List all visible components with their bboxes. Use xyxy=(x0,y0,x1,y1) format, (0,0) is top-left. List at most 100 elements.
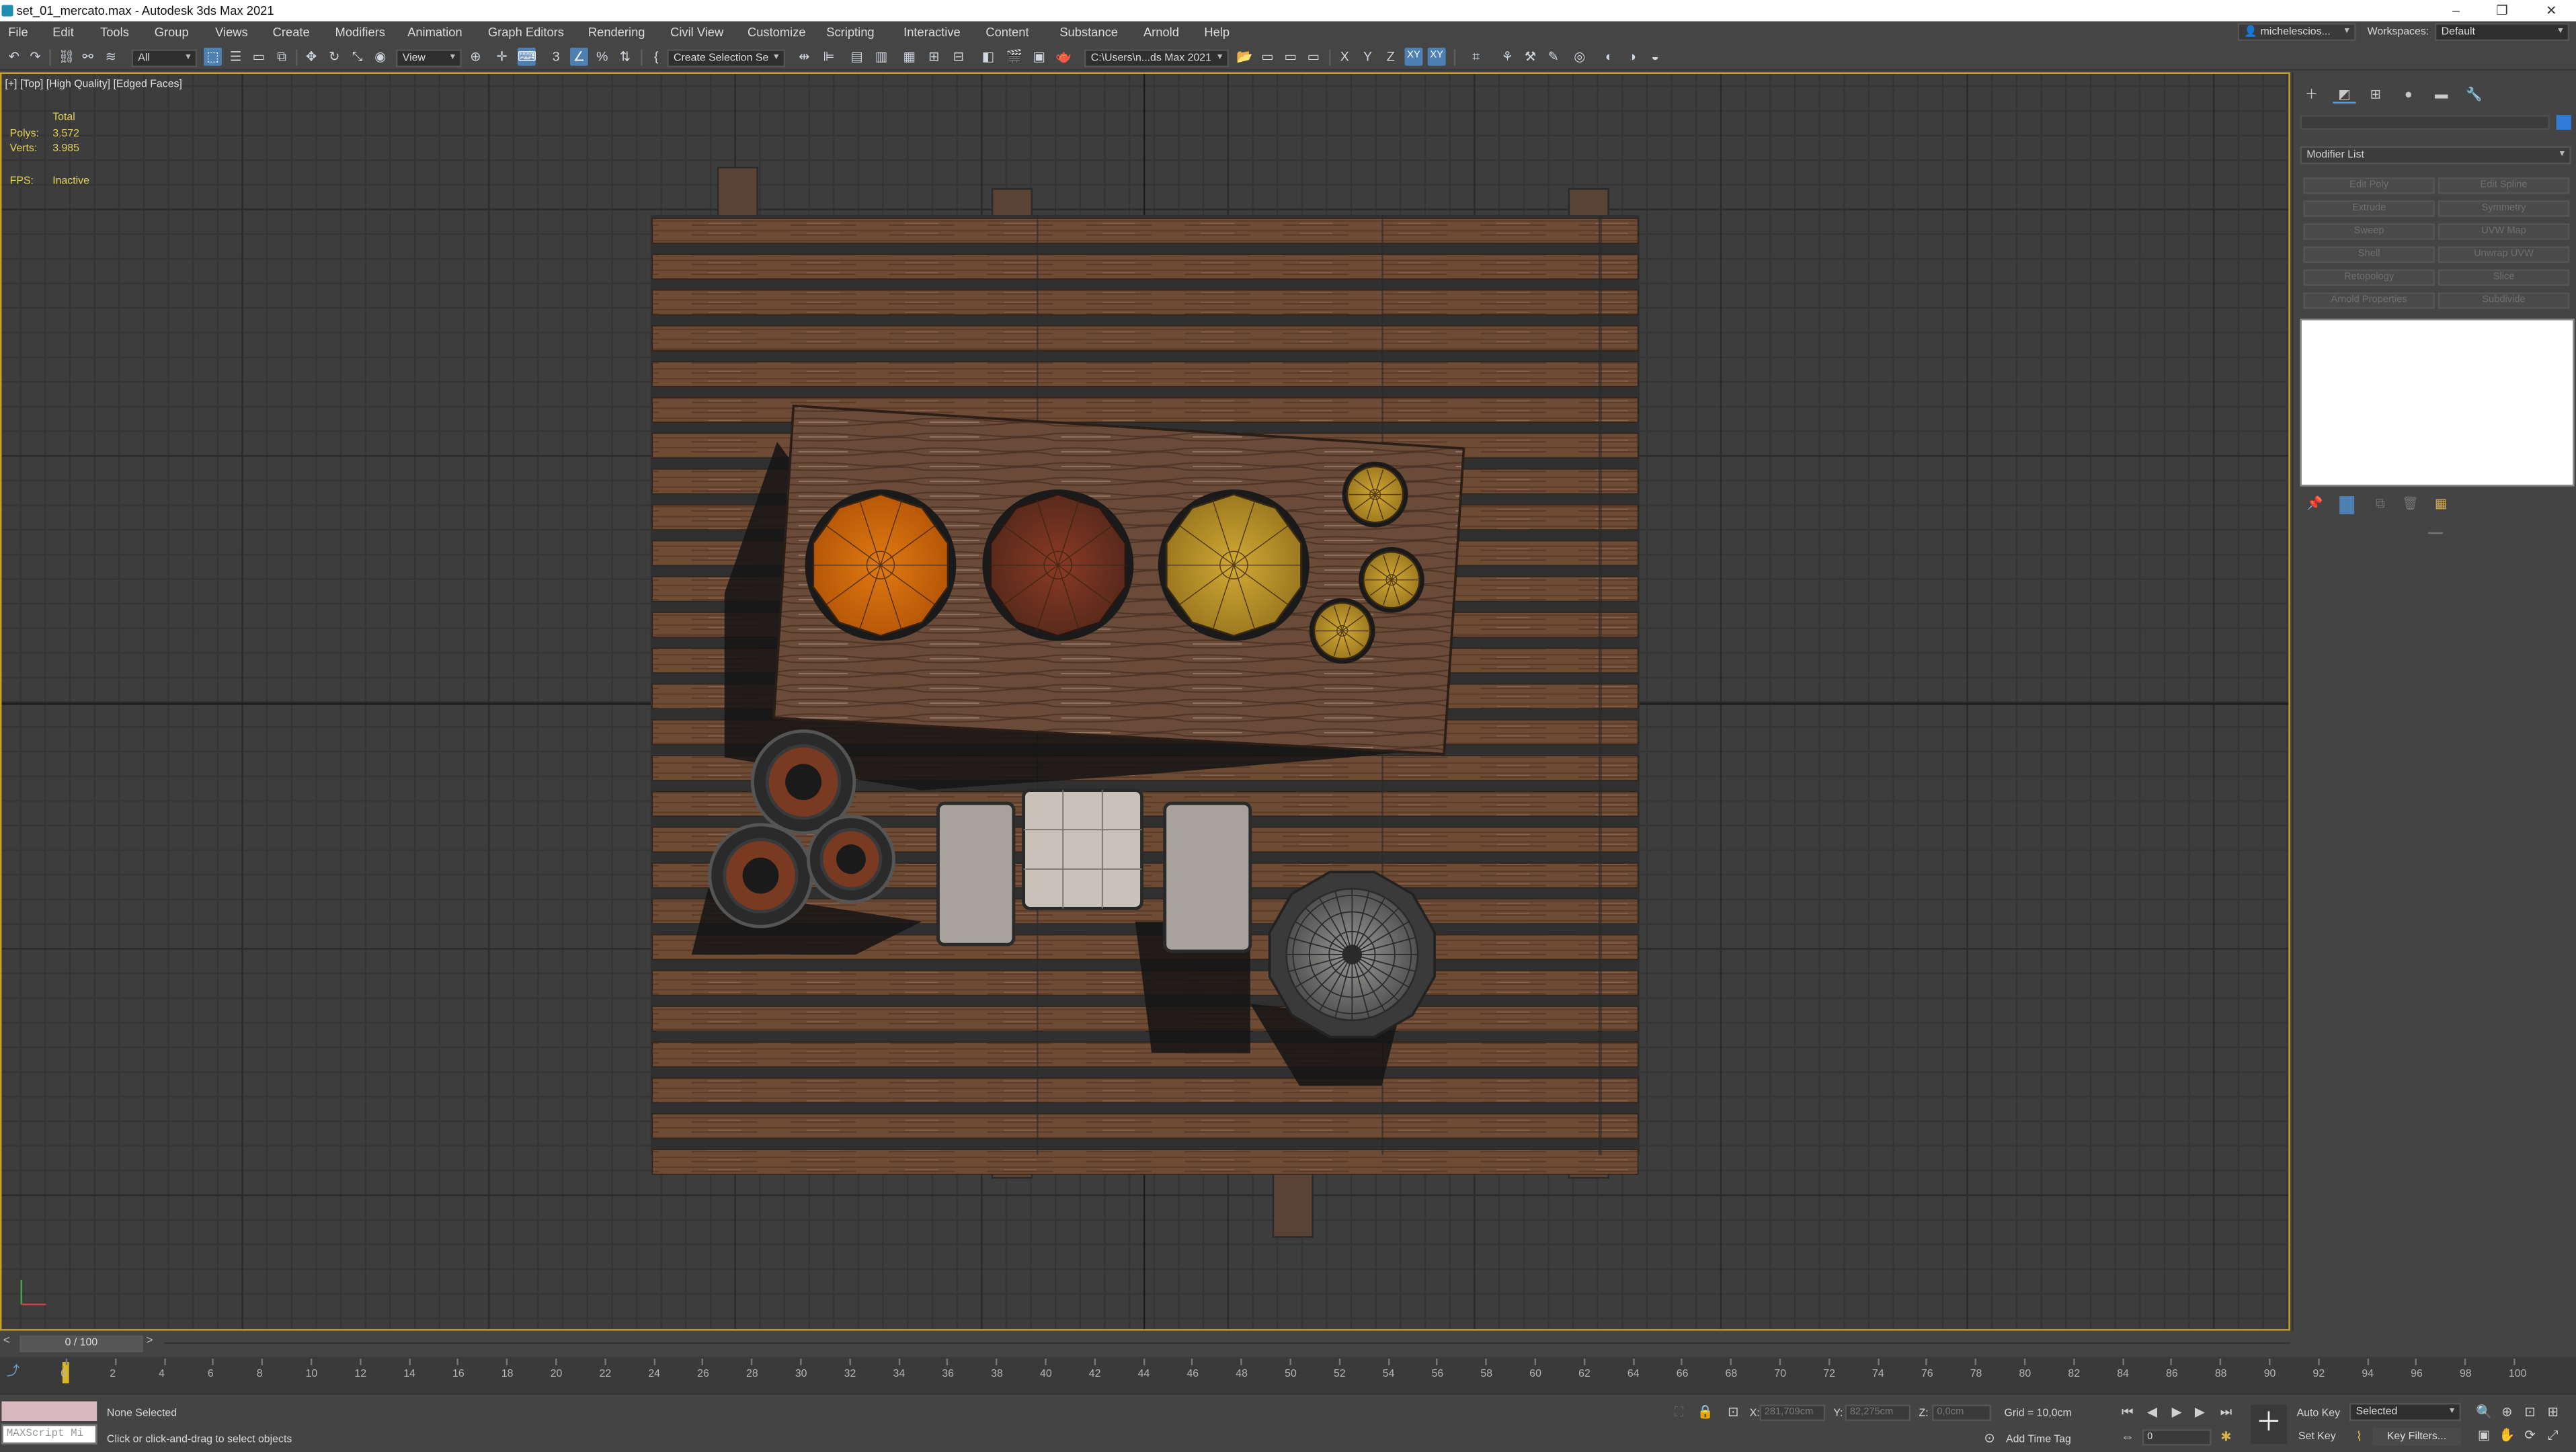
axis-xy-button[interactable]: XY xyxy=(1404,47,1423,66)
maximize-viewport-icon[interactable]: ⤢ xyxy=(2545,1428,2561,1444)
key-mode-toggle-icon[interactable]: ⇔ xyxy=(2120,1429,2136,1445)
menu-scripting[interactable]: Scripting xyxy=(826,22,874,44)
menu-civil-view[interactable]: Civil View xyxy=(670,22,723,44)
y-coord-field[interactable]: 82,275cm xyxy=(1845,1404,1911,1421)
previous-key-icon[interactable]: ◀ xyxy=(2144,1405,2160,1421)
populate-icon[interactable]: ⚘ xyxy=(1498,48,1517,66)
display-tab-icon[interactable]: ▬ xyxy=(2430,85,2453,104)
z-coord-field[interactable]: 0,0cm xyxy=(1932,1404,1992,1421)
zoom-icon[interactable]: 🔍 xyxy=(2476,1405,2492,1421)
modifier-list-dropdown[interactable]: Modifier List ▼ xyxy=(2300,146,2571,165)
selection-sets-icon[interactable]: ◎ xyxy=(1570,48,1588,66)
modify-tab-icon[interactable]: ◩ xyxy=(2333,85,2356,104)
menu-arnold[interactable]: Arnold xyxy=(1143,22,1179,44)
minimize-icon[interactable]: – xyxy=(2431,0,2481,22)
redo-icon[interactable]: ↷ xyxy=(26,48,44,66)
material-editor-icon[interactable]: ◧ xyxy=(979,48,998,66)
window-crossing-icon[interactable]: ⧉ xyxy=(273,48,291,66)
keyboard-shortcut-toggle-icon[interactable]: ⌨ xyxy=(517,47,536,66)
rect-selection-icon[interactable]: ▭ xyxy=(249,48,268,66)
remove-modifier-icon[interactable]: 🗑 xyxy=(2402,496,2419,511)
track-bar[interactable]: ⤴ 0 2 4 6 8 10 12 14 16 18 20 22 24 26 28 30 32 34 36 38 40 4… xyxy=(0,1357,2576,1394)
utilities-tab-icon[interactable]: 🔧 xyxy=(2462,85,2485,104)
hierarchy-tab-icon[interactable]: ⊞ xyxy=(2364,85,2387,104)
arnold-stop-icon[interactable]: ◒ xyxy=(1646,48,1664,66)
menu-animation[interactable]: Animation xyxy=(407,22,462,44)
toggle-scene-explorer-icon[interactable]: ▤ xyxy=(848,48,866,66)
add-time-tag[interactable]: Add Time Tag xyxy=(2006,1435,2071,1446)
set-keys-icon[interactable]: ＋ xyxy=(2251,1404,2287,1445)
render-production-icon[interactable]: 🫖 xyxy=(1055,48,1073,66)
maxscript-listener[interactable] xyxy=(1,1401,97,1421)
menu-help[interactable]: Help xyxy=(1204,22,1230,44)
menu-group[interactable]: Group xyxy=(155,22,189,44)
mod-sweep-button[interactable]: Sweep xyxy=(2303,223,2435,240)
time-tag-icon[interactable]: ⊙ xyxy=(1981,1431,1997,1447)
bind-space-warp-icon[interactable]: ≋ xyxy=(102,48,120,66)
menu-rendering[interactable]: Rendering xyxy=(588,22,645,44)
object-color-swatch[interactable] xyxy=(2556,115,2571,130)
motion-tab-icon[interactable]: ● xyxy=(2397,85,2420,104)
viewport-top[interactable]: [+] [Top] [High Quality] [Edged Faces] T… xyxy=(0,72,2290,1331)
go-to-end-icon[interactable]: ⏭ xyxy=(2218,1405,2234,1421)
edit-named-sets-icon[interactable]: { xyxy=(647,48,666,66)
account-dropdown[interactable]: 👤 michelescios... ▼ xyxy=(2237,23,2356,42)
arnold-ipr-icon[interactable]: ◑ xyxy=(1623,48,1642,66)
curve-editor-mini-icon[interactable]: ⤴ xyxy=(7,1362,20,1380)
next-frame-button[interactable]: > xyxy=(147,1336,163,1352)
zoom-extents-all-icon[interactable]: ⊞ xyxy=(2545,1405,2561,1421)
graphite-tools-icon[interactable]: ⌗ xyxy=(1467,48,1485,66)
mod-arnold-properties-button[interactable]: Arnold Properties xyxy=(2303,292,2435,309)
rotate-icon[interactable]: ↻ xyxy=(325,48,344,66)
configure-sets-icon[interactable]: ▦ xyxy=(2435,496,2447,511)
link-icon[interactable]: ⛓ xyxy=(58,48,76,66)
field-of-view-icon[interactable]: ▣ xyxy=(2476,1428,2492,1444)
zoom-extents-icon[interactable]: ⊡ xyxy=(2522,1405,2538,1421)
make-unique-icon[interactable]: ⧉ xyxy=(2376,496,2385,512)
mod-edit-spline-button[interactable]: Edit Spline xyxy=(2438,177,2570,194)
move-icon[interactable]: ✥ xyxy=(303,48,321,66)
menu-substance[interactable]: Substance xyxy=(1059,22,1118,44)
menu-file[interactable]: File xyxy=(8,22,28,44)
snaps-toggle-icon[interactable]: 3 xyxy=(547,48,565,66)
auto-key-button[interactable]: Auto Key xyxy=(2297,1408,2340,1419)
mod-symmetry-button[interactable]: Symmetry xyxy=(2438,200,2570,217)
workspace-dropdown[interactable]: Default ▼ xyxy=(2434,23,2570,42)
key-selection-dropdown[interactable]: Selected ▼ xyxy=(2349,1403,2461,1421)
mod-shell-button[interactable]: Shell xyxy=(2303,246,2435,264)
go-to-start-icon[interactable]: ⏮ xyxy=(2120,1405,2136,1421)
pan-icon[interactable]: ✋ xyxy=(2499,1428,2515,1444)
mirror-icon[interactable]: ⇹ xyxy=(795,48,813,66)
percent-snap-icon[interactable]: % xyxy=(593,48,611,66)
select-object-icon[interactable]: ⬚ xyxy=(204,47,222,66)
selection-lock-icon[interactable]: 🔒 xyxy=(1697,1405,1714,1421)
close-icon[interactable]: ✕ xyxy=(2527,0,2576,22)
x-coord-field[interactable]: 281,709cm xyxy=(1759,1404,1826,1421)
show-end-result-icon[interactable] xyxy=(2339,496,2355,514)
mod-retopology-button[interactable]: Retopology xyxy=(2303,269,2435,286)
ref-coord-dropdown[interactable]: View ▼ xyxy=(395,49,462,68)
isolate-icon[interactable]: ⛶ xyxy=(1671,1405,1687,1421)
time-config-icon[interactable]: ✱ xyxy=(2218,1429,2234,1445)
select-manipulate-icon[interactable]: ✛ xyxy=(493,48,511,66)
render-setup-icon[interactable]: 🎬 xyxy=(1006,48,1024,66)
create-tab-icon[interactable]: ＋ xyxy=(2300,85,2323,104)
menu-customize[interactable]: Customize xyxy=(748,22,806,44)
axis-y-button[interactable]: Y xyxy=(1359,48,1377,66)
axis-z-button[interactable]: Z xyxy=(1381,48,1400,66)
menu-graph-editors[interactable]: Graph Editors xyxy=(488,22,564,44)
key-filter-icon[interactable]: ⌇ xyxy=(2351,1429,2367,1445)
angle-snap-icon[interactable]: ∠ xyxy=(570,47,588,66)
axis-constraint-button[interactable]: XY xyxy=(1427,47,1446,66)
panel-divider[interactable] xyxy=(2428,532,2444,534)
menu-edit[interactable]: Edit xyxy=(52,22,74,44)
named-selection-dropdown[interactable]: Create Selection Se ▼ xyxy=(667,49,786,68)
axis-x-button[interactable]: X xyxy=(1336,48,1354,66)
maxscript-input[interactable]: MAXScript Mi xyxy=(1,1424,97,1445)
time-slider-handle[interactable]: 0 / 100 xyxy=(19,1335,143,1353)
select-by-name-icon[interactable]: ☰ xyxy=(227,48,245,66)
paint-deform-icon[interactable]: ✎ xyxy=(1544,48,1562,66)
menu-views[interactable]: Views xyxy=(215,22,248,44)
toggle-layer-explorer-icon[interactable]: ▥ xyxy=(873,48,891,66)
freeform-icon[interactable]: ⚒ xyxy=(1521,48,1539,66)
